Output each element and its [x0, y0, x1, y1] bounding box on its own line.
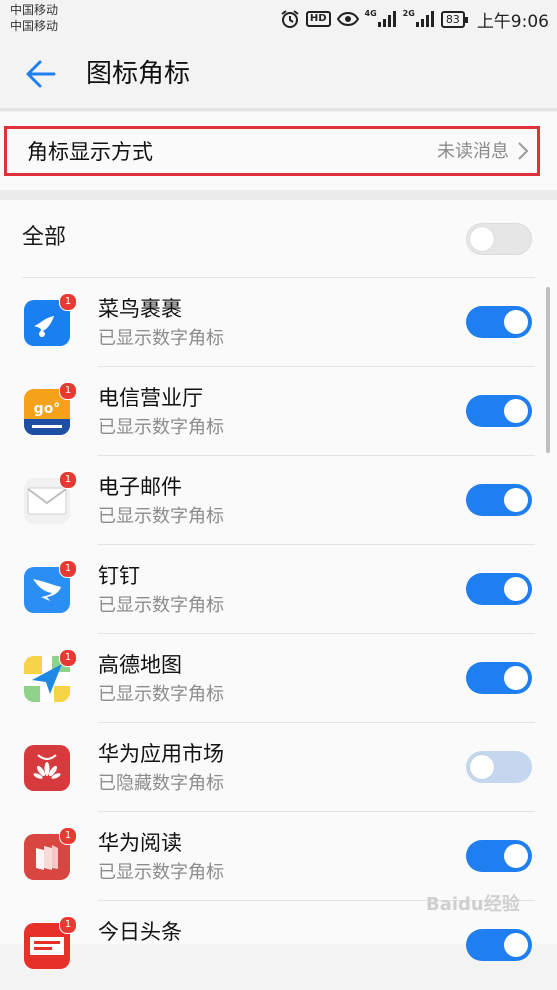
app-badge-toggle[interactable]: [466, 395, 532, 427]
list-item: 1 菜鸟裹裹 已显示数字角标: [0, 278, 557, 367]
signal-icon: 4G: [364, 8, 397, 27]
app-name: 电子邮件: [98, 475, 182, 499]
app-name: 今日头条: [98, 920, 182, 944]
carrier-info: 中国移动 中国移动: [10, 2, 58, 34]
app-name: 华为阅读: [98, 831, 182, 855]
app-badge-list: 全部 1 菜鸟裹裹 已显示数字角标 go° 1 电信营业厅 已显示数字角标 1 …: [0, 200, 557, 969]
carrier-2: 中国移动: [10, 19, 59, 33]
app-status: 已显示数字角标: [98, 506, 224, 527]
app-status: 已隐藏数字角标: [98, 773, 224, 794]
back-arrow-icon[interactable]: [24, 56, 60, 92]
network-type-1: 4G: [364, 8, 377, 18]
carrier-1: 中国移动: [10, 3, 59, 17]
badge-count: 1: [59, 560, 77, 578]
status-icons: HD 4G 2G 83 上午9:06: [280, 8, 549, 32]
list-item: 1 华为阅读 已显示数字角标: [0, 812, 557, 901]
badge-mode-setting[interactable]: 角标显示方式 未读消息: [0, 112, 557, 190]
app-status: 已显示数字角标: [98, 328, 224, 349]
badge-count: 1: [59, 827, 77, 845]
app-badge-toggle[interactable]: [466, 751, 532, 783]
network-type-2: 2G: [402, 8, 415, 18]
badge-count: 1: [59, 649, 77, 667]
badge-count: 1: [59, 293, 77, 311]
alarm-icon: [280, 9, 300, 29]
header-divider: [0, 108, 557, 111]
list-item: 1 钉钉 已显示数字角标: [0, 545, 557, 634]
list-item: 1 高德地图 已显示数字角标: [0, 634, 557, 723]
signal-icon-2: 2G: [402, 8, 435, 27]
status-bar: 中国移动 中国移动 HD 4G 2G 83 上午9:06: [0, 0, 557, 38]
watermark-text: Baidu经验: [426, 894, 520, 915]
badge-mode-value: 未读消息: [437, 141, 509, 162]
all-apps-toggle[interactable]: [466, 223, 532, 255]
app-status: 已显示数字角标: [98, 417, 224, 438]
all-apps-label: 全部: [22, 225, 67, 250]
page-title: 图标角标: [86, 59, 191, 89]
app-name: 高德地图: [98, 653, 182, 677]
clock: 上午9:06: [476, 11, 549, 32]
app-badge-toggle[interactable]: [466, 484, 532, 516]
hd-icon: HD: [305, 11, 331, 27]
list-item: 华为应用市场 已隐藏数字角标: [0, 723, 557, 812]
appgallery-icon: [24, 745, 70, 791]
app-name: 华为应用市场: [98, 742, 224, 766]
svg-text:go°: go°: [34, 401, 61, 417]
scrollbar[interactable]: [546, 287, 550, 453]
app-status: 已显示数字角标: [98, 862, 224, 883]
badge-count: 1: [59, 916, 77, 934]
app-badge-toggle[interactable]: [466, 306, 532, 338]
app-name: 菜鸟裹裹: [98, 297, 182, 321]
app-badge-toggle[interactable]: [466, 840, 532, 872]
app-badge-toggle[interactable]: [466, 929, 532, 961]
battery-icon: 83: [440, 10, 468, 28]
badge-count: 1: [59, 382, 77, 400]
eye-comfort-icon: [336, 11, 359, 27]
all-apps-row: 全部: [0, 200, 557, 278]
chevron-right-icon: [517, 141, 529, 161]
section-gap: [0, 190, 557, 200]
highlight-box: 角标显示方式 未读消息: [4, 126, 540, 176]
app-name: 钉钉: [98, 564, 140, 588]
app-status: 已显示数字角标: [98, 595, 224, 616]
badge-mode-label: 角标显示方式: [27, 140, 153, 164]
list-item: 1 电子邮件 已显示数字角标: [0, 456, 557, 545]
list-item: go° 1 电信营业厅 已显示数字角标: [0, 367, 557, 456]
app-header: 图标角标: [0, 38, 557, 110]
app-badge-toggle[interactable]: [466, 573, 532, 605]
app-status: 已显示数字角标: [98, 684, 224, 705]
app-badge-toggle[interactable]: [466, 662, 532, 694]
badge-count: 1: [59, 471, 77, 489]
app-name: 电信营业厅: [98, 386, 203, 410]
